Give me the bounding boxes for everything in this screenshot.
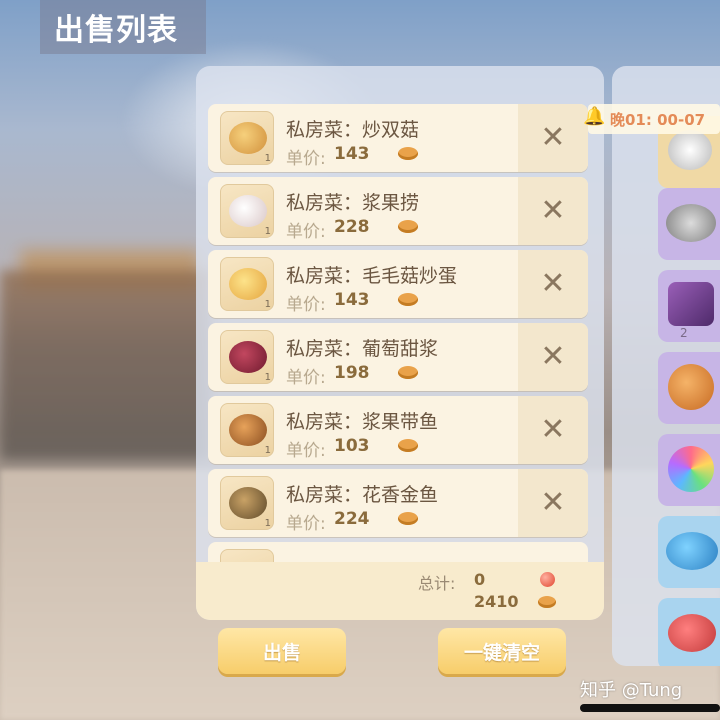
price-label: 单价: xyxy=(286,368,326,388)
price-label: 单价: xyxy=(286,149,326,169)
item-quantity: 1 xyxy=(264,226,271,237)
coin-icon xyxy=(398,512,418,525)
close-icon: ✕ xyxy=(540,412,566,447)
coin-icon xyxy=(538,596,556,608)
list-item[interactable]: 1 私房菜：浆果捞 单价: 228 ✕ xyxy=(208,177,588,245)
dish-thumbnail: 1 xyxy=(220,403,274,457)
close-icon: ✕ xyxy=(540,266,566,301)
item-quantity: 1 xyxy=(264,518,271,529)
dish-mushroom-icon xyxy=(229,122,267,154)
item-price: 103 xyxy=(334,436,370,456)
title-bar: 出售列表 xyxy=(40,0,206,54)
item-price: 143 xyxy=(334,290,370,310)
item-name: 私房菜：毛毛菇炒蛋 xyxy=(286,265,458,287)
inventory-slot[interactable] xyxy=(658,516,720,588)
total-summary: 总计: 0 2410 xyxy=(196,562,604,620)
item-quantity: 1 xyxy=(264,153,271,164)
total-label: 总计: xyxy=(418,574,456,593)
inventory-panel: 2 xyxy=(612,66,720,666)
watermark: 知乎 @Tung xyxy=(580,680,683,701)
inventory-slot[interactable] xyxy=(658,434,720,506)
grey-fish-item-icon xyxy=(666,204,716,242)
dish-thumbnail: 1 xyxy=(220,111,274,165)
coin-icon xyxy=(398,147,418,160)
item-price: 143 xyxy=(334,144,370,164)
item-price: 224 xyxy=(334,509,370,529)
dish-grape-drink-icon xyxy=(229,341,267,373)
home-indicator xyxy=(580,704,720,712)
item-quantity: 1 xyxy=(264,445,271,456)
item-name: 私房菜：炒双菇 xyxy=(286,119,420,141)
coin-icon xyxy=(398,366,418,379)
shell-item-icon xyxy=(668,130,712,170)
price-label: 单价: xyxy=(286,222,326,242)
list-item[interactable]: 1 私房菜：毛毛菇炒蛋 单价: 143 ✕ xyxy=(208,250,588,318)
close-icon: ✕ xyxy=(540,120,566,155)
total-gem-value: 0 xyxy=(474,570,486,589)
clear-all-button[interactable]: 一键清空 xyxy=(438,628,566,674)
time-notice: 晚01: 00-07 xyxy=(588,104,720,134)
list-item[interactable]: 1 私房菜：浆果带鱼 单价: 103 ✕ xyxy=(208,396,588,464)
price-label: 单价: xyxy=(286,514,326,534)
coin-icon xyxy=(398,293,418,306)
item-name: 私房菜：浆果捞 xyxy=(286,192,420,214)
inventory-slot[interactable] xyxy=(658,352,720,424)
item-name: 私房菜：花香金鱼 xyxy=(286,484,439,506)
item-count: 2 xyxy=(680,326,688,340)
sell-item-list[interactable]: 1 私房菜：炒双菇 单价: 143 ✕ 1 私房菜：浆果捞 单价: 228 ✕ xyxy=(208,104,588,574)
dish-thumbnail: 1 xyxy=(220,476,274,530)
remove-item-button[interactable]: ✕ xyxy=(518,177,588,245)
dish-thumbnail: 1 xyxy=(220,330,274,384)
remove-item-button[interactable]: ✕ xyxy=(518,396,588,464)
list-item[interactable]: 1 私房菜：葡萄甜浆 单价: 198 ✕ xyxy=(208,323,588,391)
dish-egg-icon xyxy=(229,268,267,300)
list-item[interactable]: 1 私房菜：花香金鱼 单价: 224 ✕ xyxy=(208,469,588,537)
close-icon: ✕ xyxy=(540,485,566,520)
inventory-slot[interactable] xyxy=(658,598,720,666)
sell-button[interactable]: 出售 xyxy=(218,628,346,674)
dish-fish-icon xyxy=(229,414,267,446)
bell-icon: 🔔 xyxy=(583,106,606,127)
dish-wrapped-fish-icon xyxy=(229,487,267,519)
item-quantity: 1 xyxy=(264,372,271,383)
purple-gift-item-icon xyxy=(668,282,714,326)
inventory-slot[interactable] xyxy=(658,188,720,260)
price-label: 单价: xyxy=(286,441,326,461)
item-quantity: 1 xyxy=(264,299,271,310)
item-price: 198 xyxy=(334,363,370,383)
total-coin-value: 2410 xyxy=(474,592,519,611)
close-icon: ✕ xyxy=(540,193,566,228)
orange-duck-item-icon xyxy=(668,364,714,410)
item-name: 私房菜：浆果带鱼 xyxy=(286,411,439,433)
blue-fish-item-icon xyxy=(666,532,718,570)
coin-icon xyxy=(398,439,418,452)
close-icon: ✕ xyxy=(540,339,566,374)
list-item[interactable]: 1 私房菜：炒双菇 单价: 143 ✕ xyxy=(208,104,588,172)
background-building xyxy=(0,270,210,460)
gem-icon xyxy=(540,572,555,587)
item-name: 私房菜：葡萄甜浆 xyxy=(286,338,439,360)
red-fish-item-icon xyxy=(668,614,716,652)
coin-icon xyxy=(398,220,418,233)
dish-thumbnail: 1 xyxy=(220,184,274,238)
remove-item-button[interactable]: ✕ xyxy=(518,323,588,391)
remove-item-button[interactable]: ✕ xyxy=(518,250,588,318)
dish-berry-bowl-icon xyxy=(229,195,267,227)
price-label: 单价: xyxy=(286,295,326,315)
page-title: 出售列表 xyxy=(54,13,178,48)
pinwheel-item-icon xyxy=(668,446,714,492)
remove-item-button[interactable]: ✕ xyxy=(518,104,588,172)
sell-list-panel: 1 私房菜：炒双菇 单价: 143 ✕ 1 私房菜：浆果捞 单价: 228 ✕ xyxy=(196,66,604,620)
remove-item-button[interactable]: ✕ xyxy=(518,469,588,537)
inventory-slot[interactable]: 2 xyxy=(658,270,720,342)
item-price: 228 xyxy=(334,217,370,237)
dish-thumbnail: 1 xyxy=(220,257,274,311)
